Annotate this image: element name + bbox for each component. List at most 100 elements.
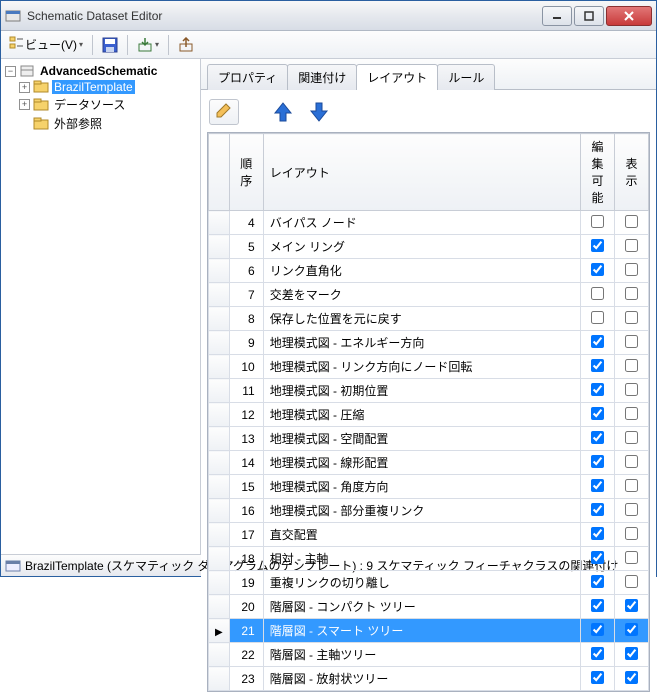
row-selector[interactable] — [209, 667, 230, 691]
editable-checkbox[interactable] — [591, 263, 604, 276]
move-down-button[interactable] — [305, 98, 333, 126]
tab-関連付け[interactable]: 関連付け — [287, 64, 357, 90]
grid-header-editable[interactable]: 編集可能 — [581, 134, 615, 211]
table-row[interactable]: 22階層図 - 主軸ツリー — [209, 643, 649, 667]
table-row[interactable]: 10地理模式図 - リンク方向にノード回転 — [209, 355, 649, 379]
display-checkbox[interactable] — [625, 263, 638, 276]
view-menu[interactable]: ビュー(V) ▾ — [5, 33, 87, 56]
table-row[interactable]: 12地理模式図 - 圧縮 — [209, 403, 649, 427]
editable-checkbox[interactable] — [591, 503, 604, 516]
row-selector[interactable] — [209, 571, 230, 595]
editable-checkbox[interactable] — [591, 239, 604, 252]
editable-checkbox[interactable] — [591, 455, 604, 468]
grid-header-display[interactable]: 表示 — [615, 134, 649, 211]
editable-checkbox[interactable] — [591, 623, 604, 636]
editable-checkbox[interactable] — [591, 311, 604, 324]
edit-layout-button[interactable] — [209, 99, 239, 125]
row-selector[interactable] — [209, 403, 230, 427]
row-selector[interactable] — [209, 427, 230, 451]
display-checkbox[interactable] — [625, 503, 638, 516]
display-checkbox[interactable] — [625, 647, 638, 660]
row-selector[interactable] — [209, 379, 230, 403]
close-button[interactable] — [606, 6, 652, 26]
editable-checkbox[interactable] — [591, 671, 604, 684]
table-row[interactable]: 15地理模式図 - 角度方向 — [209, 475, 649, 499]
table-row[interactable]: 16地理模式図 - 部分重複リンク — [209, 499, 649, 523]
collapse-icon[interactable]: − — [5, 66, 16, 77]
display-checkbox[interactable] — [625, 671, 638, 684]
table-row[interactable]: 5メイン リング — [209, 235, 649, 259]
table-row[interactable]: 11地理模式図 - 初期位置 — [209, 379, 649, 403]
export-button[interactable] — [174, 35, 198, 55]
table-row[interactable]: 18相対 - 主軸 — [209, 547, 649, 571]
editable-checkbox[interactable] — [591, 551, 604, 564]
table-row[interactable]: 20階層図 - コンパクト ツリー — [209, 595, 649, 619]
expand-icon[interactable]: + — [19, 99, 30, 110]
tree-item[interactable]: +データソース — [5, 95, 196, 114]
row-selector[interactable] — [209, 259, 230, 283]
row-selector[interactable] — [209, 475, 230, 499]
table-row[interactable]: 4バイパス ノード — [209, 211, 649, 235]
maximize-button[interactable] — [574, 6, 604, 26]
display-checkbox[interactable] — [625, 575, 638, 588]
grid-header-layout[interactable]: レイアウト — [263, 134, 580, 211]
display-checkbox[interactable] — [625, 359, 638, 372]
save-button[interactable] — [98, 35, 122, 55]
row-selector[interactable]: ▶ — [209, 619, 230, 643]
row-selector[interactable] — [209, 235, 230, 259]
display-checkbox[interactable] — [625, 407, 638, 420]
editable-checkbox[interactable] — [591, 599, 604, 612]
display-checkbox[interactable] — [625, 479, 638, 492]
row-selector[interactable] — [209, 331, 230, 355]
display-checkbox[interactable] — [625, 311, 638, 324]
row-selector[interactable] — [209, 451, 230, 475]
table-row[interactable]: 14地理模式図 - 線形配置 — [209, 451, 649, 475]
tab-レイアウト[interactable]: レイアウト — [356, 64, 438, 90]
editable-checkbox[interactable] — [591, 407, 604, 420]
table-row[interactable]: 17直交配置 — [209, 523, 649, 547]
row-selector[interactable] — [209, 355, 230, 379]
tab-プロパティ[interactable]: プロパティ — [207, 64, 288, 90]
tree-root[interactable]: − AdvancedSchematic — [5, 63, 196, 79]
table-row[interactable]: 7交差をマーク — [209, 283, 649, 307]
grid-header-order[interactable]: 順序 — [229, 134, 263, 211]
editable-checkbox[interactable] — [591, 479, 604, 492]
row-selector[interactable] — [209, 547, 230, 571]
editable-checkbox[interactable] — [591, 647, 604, 660]
row-selector[interactable] — [209, 499, 230, 523]
minimize-button[interactable] — [542, 6, 572, 26]
table-row[interactable]: 6リンク直角化 — [209, 259, 649, 283]
table-row[interactable]: 8保存した位置を元に戻す — [209, 307, 649, 331]
move-up-button[interactable] — [269, 98, 297, 126]
display-checkbox[interactable] — [625, 287, 638, 300]
table-row[interactable]: 23階層図 - 放射状ツリー — [209, 667, 649, 691]
editable-checkbox[interactable] — [591, 335, 604, 348]
display-checkbox[interactable] — [625, 551, 638, 564]
import-button[interactable]: ▾ — [133, 35, 163, 55]
display-checkbox[interactable] — [625, 431, 638, 444]
row-selector[interactable] — [209, 523, 230, 547]
editable-checkbox[interactable] — [591, 383, 604, 396]
display-checkbox[interactable] — [625, 383, 638, 396]
display-checkbox[interactable] — [625, 455, 638, 468]
table-row[interactable]: 13地理模式図 - 空間配置 — [209, 427, 649, 451]
editable-checkbox[interactable] — [591, 215, 604, 228]
expand-icon[interactable]: + — [19, 82, 30, 93]
editable-checkbox[interactable] — [591, 359, 604, 372]
display-checkbox[interactable] — [625, 623, 638, 636]
table-row[interactable]: 19重複リンクの切り離し — [209, 571, 649, 595]
editable-checkbox[interactable] — [591, 431, 604, 444]
editable-checkbox[interactable] — [591, 575, 604, 588]
editable-checkbox[interactable] — [591, 287, 604, 300]
display-checkbox[interactable] — [625, 335, 638, 348]
display-checkbox[interactable] — [625, 239, 638, 252]
editable-checkbox[interactable] — [591, 527, 604, 540]
grid-header-selector[interactable] — [209, 134, 230, 211]
row-selector[interactable] — [209, 307, 230, 331]
row-selector[interactable] — [209, 643, 230, 667]
tree-item[interactable]: 外部参照 — [5, 114, 196, 133]
table-row[interactable]: ▶21階層図 - スマート ツリー — [209, 619, 649, 643]
display-checkbox[interactable] — [625, 599, 638, 612]
row-selector[interactable] — [209, 595, 230, 619]
tree-item[interactable]: +BrazilTemplate — [5, 79, 196, 95]
